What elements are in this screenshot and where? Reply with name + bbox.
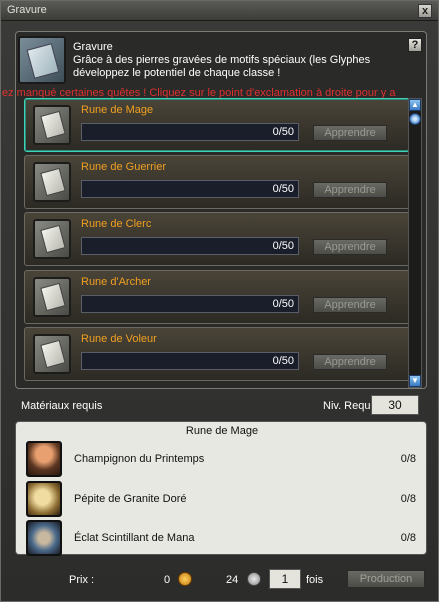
material-count: 0/8 bbox=[400, 493, 416, 505]
learn-button[interactable]: Apprendre bbox=[313, 182, 387, 198]
mage-rune-icon bbox=[33, 105, 71, 145]
rune-name: Rune d'Archer bbox=[81, 276, 151, 288]
material-count: 0/8 bbox=[400, 453, 416, 465]
learn-button[interactable]: Apprendre bbox=[313, 297, 387, 313]
rune-progress-text: 0/50 bbox=[272, 126, 294, 138]
engraving-window: Gravure x Gravure Grâce à des pierres gr… bbox=[0, 0, 439, 602]
rune-panel: Gravure Grâce à des pierres gravées de m… bbox=[2, 31, 427, 389]
rune-progress-bar: 0/50 bbox=[81, 180, 299, 198]
cleric-rune-icon bbox=[33, 219, 71, 259]
learn-button[interactable]: Apprendre bbox=[313, 354, 387, 370]
materials-panel: Rune de Mage Champignon du Printemps 0/8… bbox=[15, 421, 427, 558]
rune-item-mage[interactable]: Rune de Mage 0/50 Apprendre bbox=[24, 98, 410, 152]
engraving-icon bbox=[18, 36, 66, 84]
materials-label: Matériaux requis bbox=[21, 400, 103, 412]
rune-progress-bar: 0/50 bbox=[81, 123, 299, 141]
rune-name: Rune de Voleur bbox=[81, 333, 157, 345]
rune-progress-text: 0/50 bbox=[272, 298, 294, 310]
quantity-input[interactable]: 1 bbox=[269, 569, 301, 589]
silver-coin-icon bbox=[247, 572, 261, 586]
rune-name: Rune de Mage bbox=[81, 104, 154, 116]
archer-rune-icon bbox=[33, 277, 71, 317]
rune-progress-text: 0/50 bbox=[272, 240, 294, 252]
warrior-rune-icon bbox=[33, 162, 71, 202]
rune-item-cleric[interactable]: Rune de Clerc 0/50 Apprendre bbox=[24, 212, 410, 266]
gold-coin-icon bbox=[178, 572, 192, 586]
footer: Prix : 0 24 1 fois Production bbox=[1, 567, 438, 593]
rune-progress-text: 0/50 bbox=[272, 183, 294, 195]
material-row: Éclat Scintillant de Mana 0/8 bbox=[16, 520, 426, 558]
times-label: fois bbox=[306, 574, 324, 586]
header-description: Grâce à des pierres gravées de motifs sp… bbox=[73, 54, 371, 79]
window-title: Gravure bbox=[7, 4, 47, 16]
rune-progress-text: 0/50 bbox=[272, 355, 294, 367]
scroll-up-icon[interactable]: ▲ bbox=[409, 99, 421, 111]
material-count: 0/8 bbox=[400, 532, 416, 544]
learn-button[interactable]: Apprendre bbox=[313, 125, 387, 141]
material-name: Pépite de Granite Doré bbox=[74, 493, 187, 505]
close-button[interactable]: x bbox=[418, 4, 432, 18]
thief-rune-icon bbox=[33, 334, 71, 374]
rune-name: Rune de Clerc bbox=[81, 218, 152, 230]
scroll-down-icon[interactable]: ▼ bbox=[409, 375, 421, 387]
silver-amount: 24 bbox=[226, 574, 239, 586]
learn-button[interactable]: Apprendre bbox=[313, 239, 387, 255]
rune-progress-bar: 0/50 bbox=[81, 352, 299, 370]
materials-title: Rune de Mage bbox=[185, 425, 259, 437]
material-row: Pépite de Granite Doré 0/8 bbox=[16, 481, 426, 519]
granite-nugget-icon bbox=[26, 481, 62, 517]
material-row: Champignon du Printemps 0/8 bbox=[16, 441, 426, 479]
production-button[interactable]: Production bbox=[347, 570, 425, 588]
rune-name: Rune de Guerrier bbox=[81, 161, 166, 173]
rune-item-thief[interactable]: Rune de Voleur 0/50 Apprendre bbox=[24, 327, 410, 381]
scroll-thumb[interactable] bbox=[409, 113, 421, 125]
rune-item-warrior[interactable]: Rune de Guerrier 0/50 Apprendre bbox=[24, 155, 410, 209]
material-name: Champignon du Printemps bbox=[74, 453, 205, 465]
mana-shard-icon bbox=[26, 520, 62, 556]
rune-progress-bar: 0/50 bbox=[81, 295, 299, 313]
level-value: 30 bbox=[371, 395, 419, 415]
rune-list: Rune de Mage 0/50 Apprendre Rune de Guer… bbox=[24, 98, 410, 388]
rune-item-archer[interactable]: Rune d'Archer 0/50 Apprendre bbox=[24, 270, 410, 324]
gold-amount: 0 bbox=[164, 574, 171, 586]
header-title: Gravure bbox=[73, 41, 113, 53]
material-name: Éclat Scintillant de Mana bbox=[74, 532, 195, 544]
rune-progress-bar: 0/50 bbox=[81, 237, 299, 255]
rune-list-scrollbar[interactable]: ▲ ▼ bbox=[408, 98, 422, 388]
help-button[interactable]: ? bbox=[408, 38, 422, 52]
price-label: Prix : bbox=[69, 574, 95, 586]
title-bar[interactable]: Gravure x bbox=[1, 1, 438, 21]
mushroom-icon bbox=[26, 441, 62, 477]
